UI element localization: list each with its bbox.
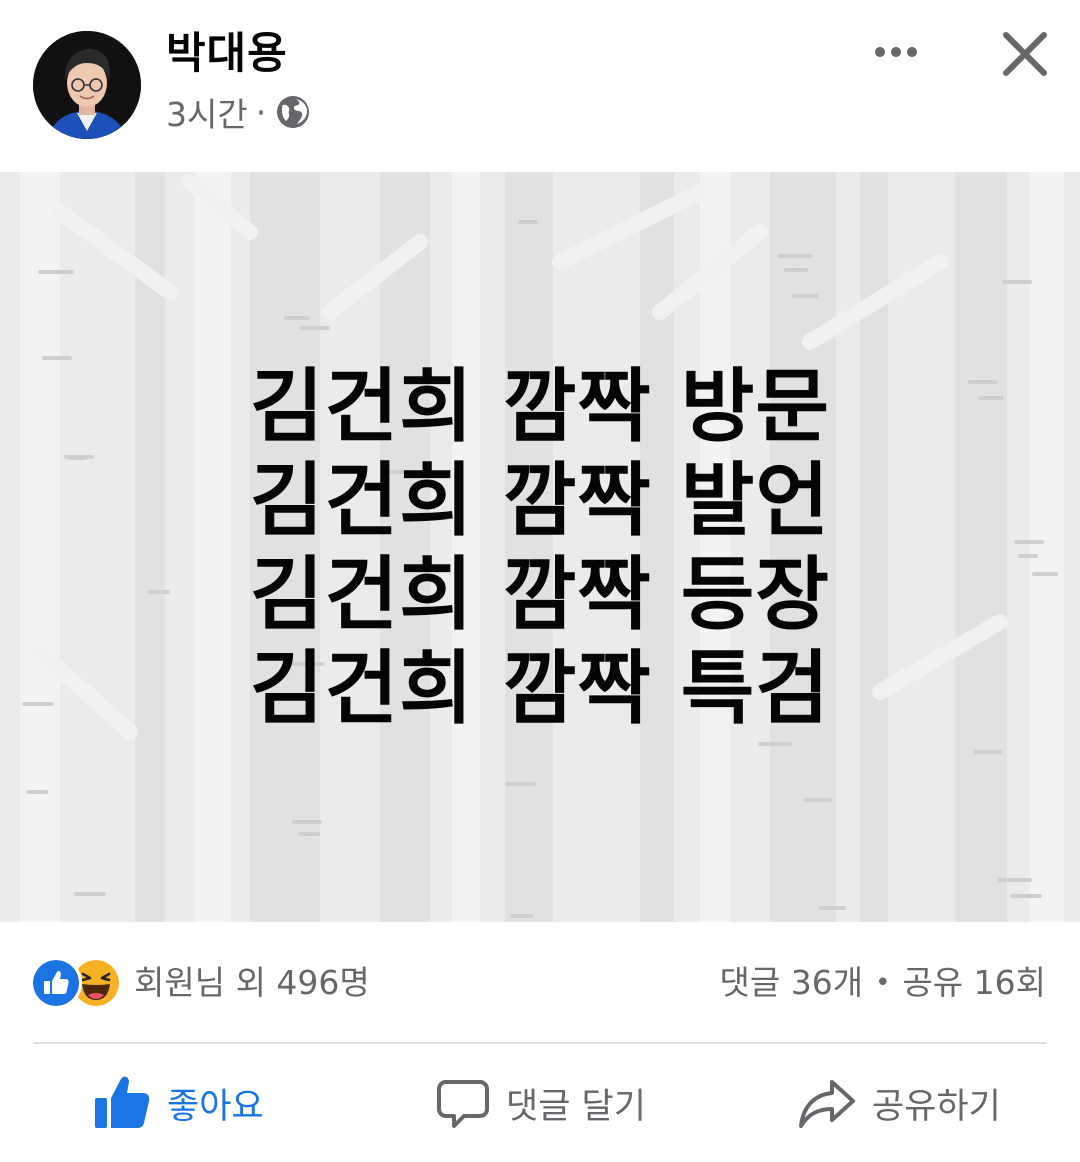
meta-separator: · bbox=[255, 92, 267, 132]
post-text-line: 김건희 깜짝 특검 bbox=[250, 642, 830, 735]
share-count[interactable]: 공유 16회 bbox=[902, 958, 1046, 1008]
share-arrow-icon bbox=[799, 1080, 855, 1128]
more-options-button[interactable] bbox=[868, 30, 924, 74]
share-label: 공유하기 bbox=[872, 1086, 1001, 1127]
avatar[interactable] bbox=[33, 31, 141, 139]
action-bar: 좋아요 댓글 달기 공유하기 bbox=[0, 1044, 1080, 1162]
post-text-line: 김건희 깜짝 등장 bbox=[250, 548, 830, 641]
reaction-icons[interactable] bbox=[30, 957, 125, 1009]
post-header: 박대용 3시간 · bbox=[0, 0, 1080, 172]
globe-icon bbox=[277, 96, 310, 128]
post-text-line: 김건희 깜짝 발언 bbox=[250, 454, 830, 547]
post-text: 김건희 깜짝 방문 김건희 깜짝 발언 김건희 깜짝 등장 김건희 깜짝 특검 bbox=[0, 360, 1080, 736]
close-icon bbox=[1003, 32, 1047, 76]
comment-button[interactable]: 댓글 달기 bbox=[436, 1044, 646, 1162]
like-label: 좋아요 bbox=[167, 1086, 264, 1127]
comment-count[interactable]: 댓글 36개 bbox=[720, 958, 864, 1008]
reactions-bar: 회원님 외 496명 댓글 36개 • 공유 16회 bbox=[0, 922, 1080, 1042]
like-button[interactable]: 좋아요 bbox=[93, 1044, 264, 1162]
thumbs-up-icon bbox=[95, 1076, 150, 1128]
like-reaction-icon bbox=[30, 957, 82, 1009]
engagement-counts: 댓글 36개 • 공유 16회 bbox=[720, 958, 1046, 1008]
post-time[interactable]: 3시간 bbox=[166, 88, 248, 136]
count-separator: • bbox=[875, 968, 891, 998]
comment-label: 댓글 달기 bbox=[506, 1086, 646, 1127]
author-name[interactable]: 박대용 bbox=[166, 26, 288, 82]
post-text-line: 김건희 깜짝 방문 bbox=[250, 360, 830, 453]
post-meta: 3시간 · bbox=[166, 90, 310, 134]
share-button[interactable]: 공유하기 bbox=[798, 1044, 1001, 1162]
reaction-summary[interactable]: 회원님 외 496명 bbox=[134, 958, 370, 1008]
post-text-image[interactable]: 김건희 깜짝 방문 김건희 깜짝 발언 김건희 깜짝 등장 김건희 깜짝 특검 bbox=[0, 172, 1080, 922]
comment-bubble-icon bbox=[437, 1080, 489, 1128]
close-button[interactable] bbox=[998, 27, 1052, 81]
more-icon bbox=[875, 47, 917, 57]
